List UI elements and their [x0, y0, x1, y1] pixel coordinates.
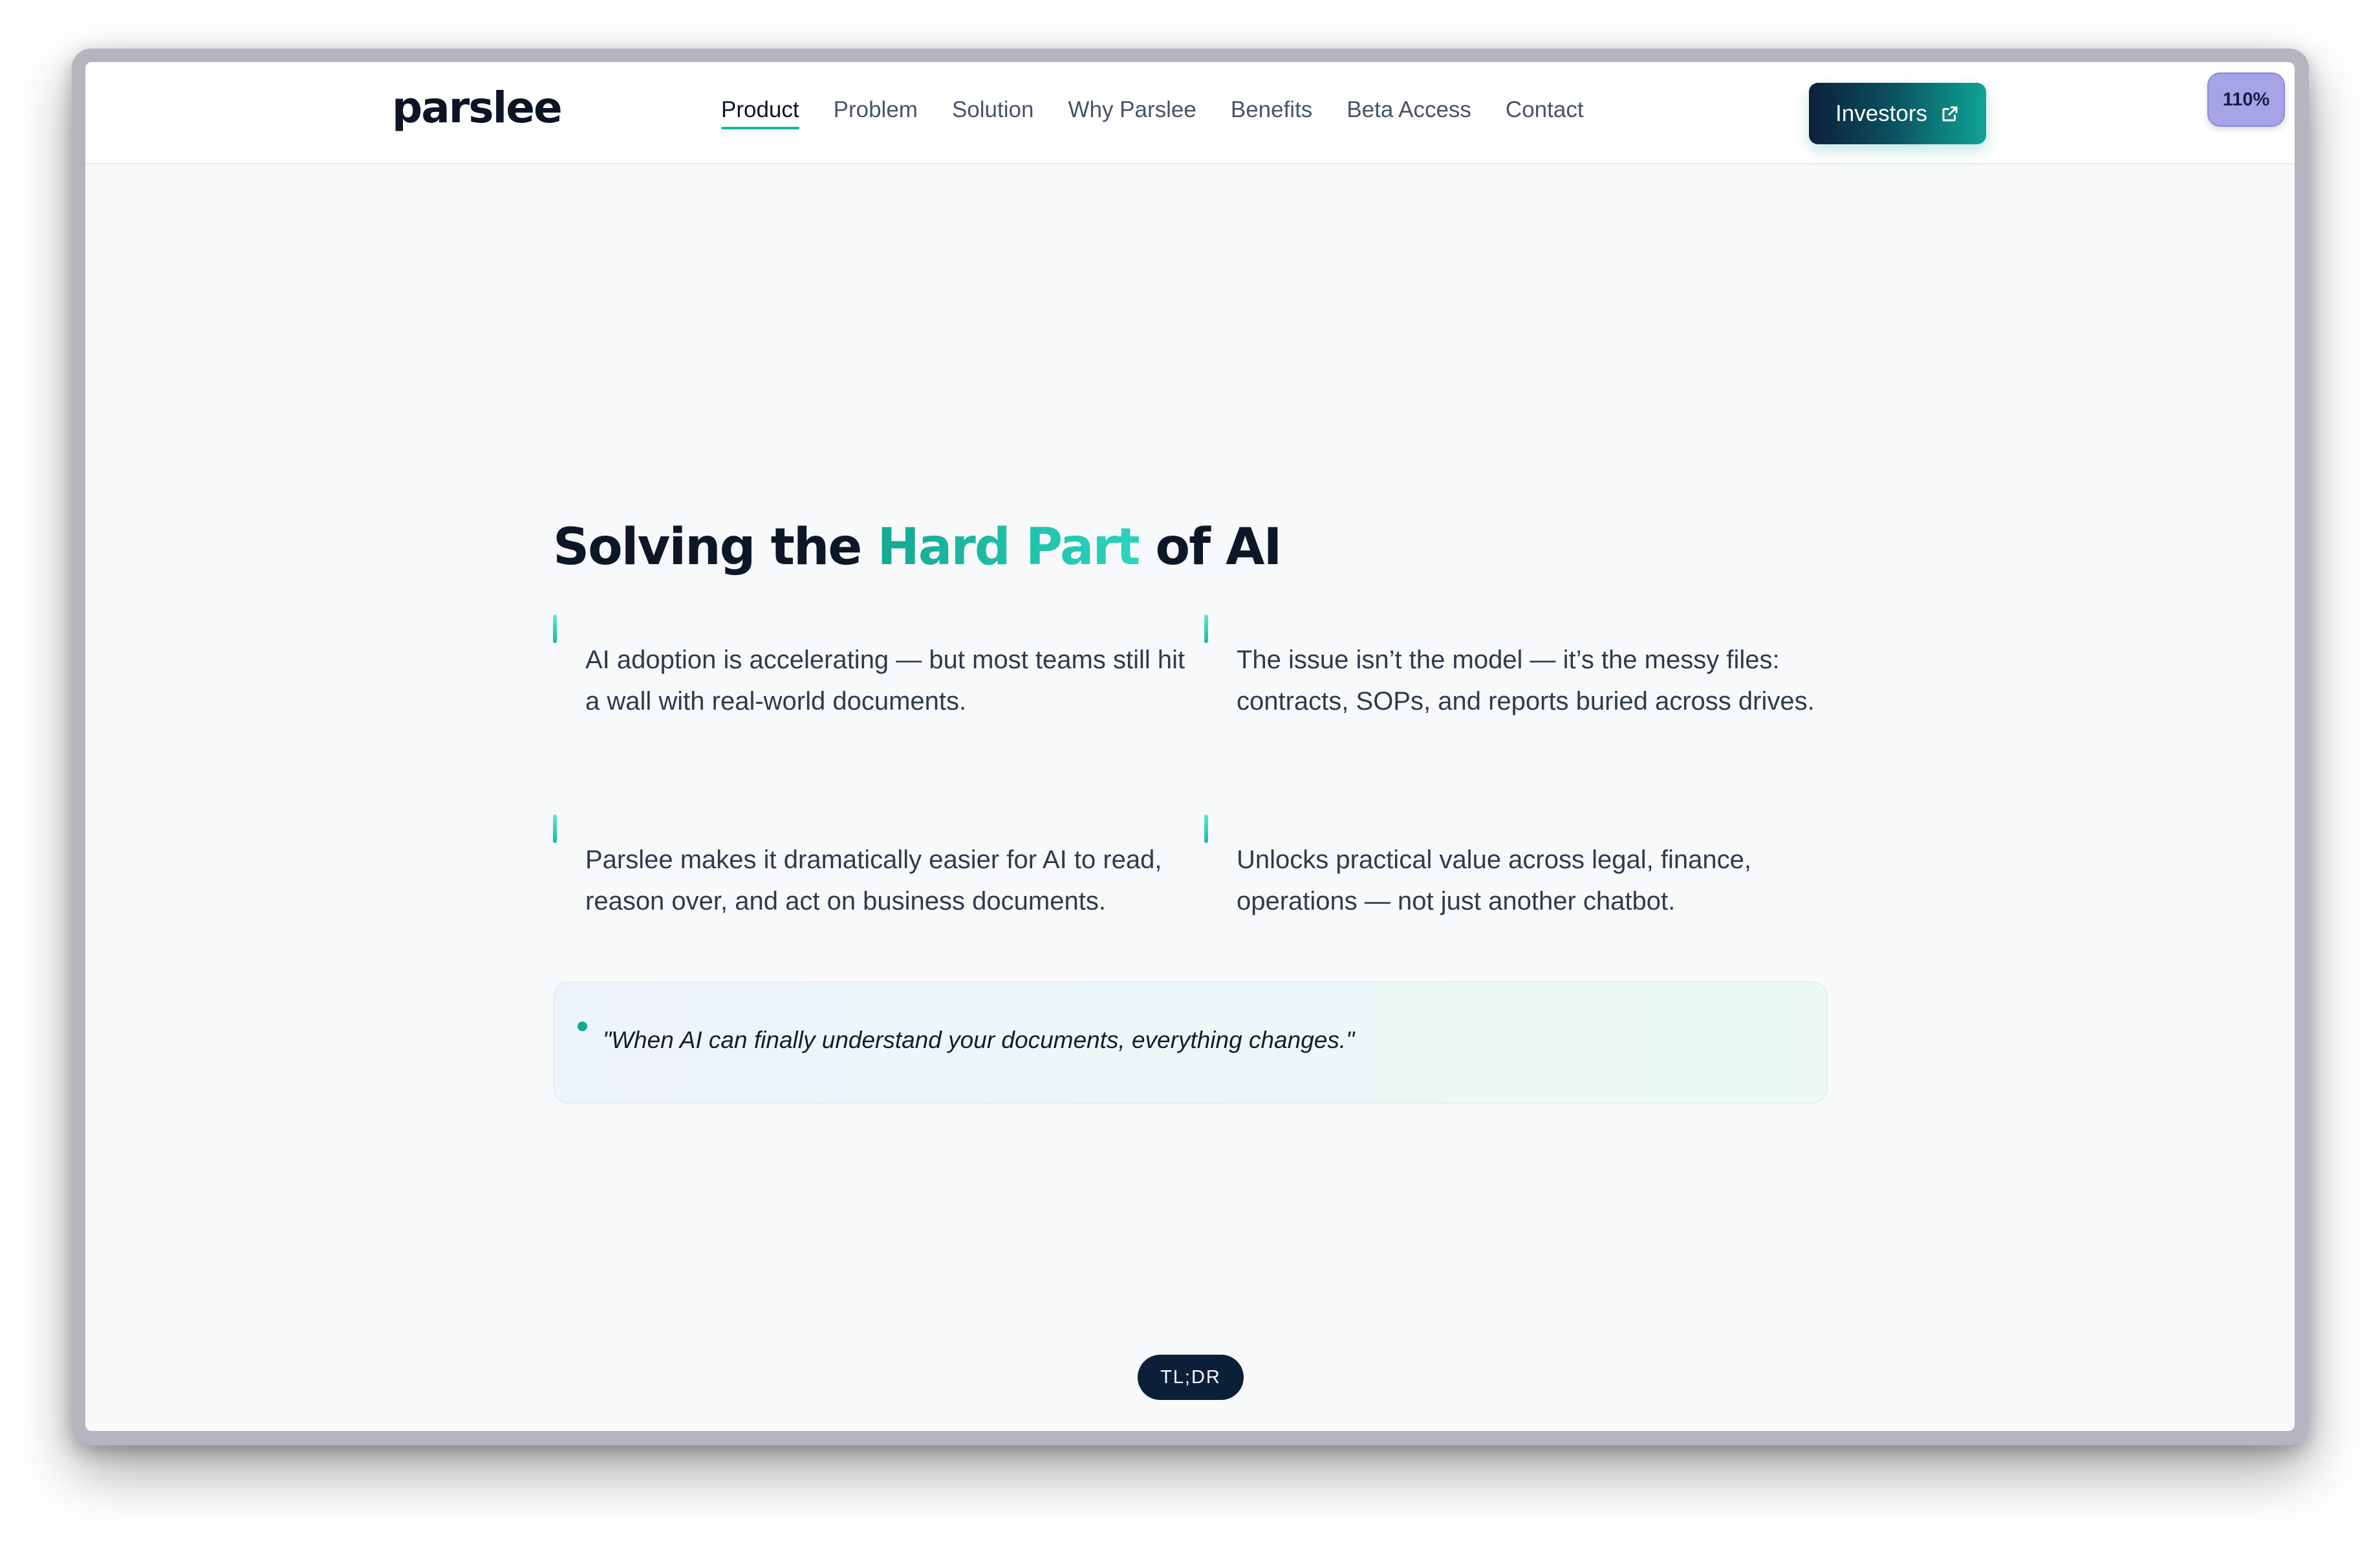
point-text: AI adoption is accelerating — but most t…: [585, 646, 1185, 716]
quote-text: "When AI can finally understand your doc…: [603, 1027, 1355, 1053]
heading-text-end: of AI: [1139, 518, 1282, 576]
main-nav: Product Problem Solution Why Parslee Ben…: [721, 97, 1618, 129]
bullet-dot-icon: [578, 1022, 587, 1031]
nav-item-contact[interactable]: Contact: [1506, 97, 1584, 129]
investors-button-label: Investors: [1835, 100, 1927, 126]
accent-bar-icon: [1204, 615, 1208, 643]
heading-accent-text: Hard Part: [877, 518, 1140, 576]
point-text: The issue isn’t the model — it’s the mes…: [1237, 646, 1815, 716]
parslee-logo[interactable]: parslee: [392, 87, 563, 129]
accent-bar-icon: [1204, 814, 1208, 843]
investors-button[interactable]: Investors: [1809, 83, 1986, 144]
nav-item-product[interactable]: Product: [721, 97, 799, 129]
quote-callout: "When AI can finally understand your doc…: [553, 981, 1828, 1104]
section-heading: Solving the Hard Part of AI: [553, 518, 1282, 576]
tldr-button[interactable]: TL;DR: [1138, 1355, 1244, 1400]
zoom-level-badge[interactable]: 110%: [2207, 72, 2285, 127]
accent-bar-icon: [553, 615, 557, 643]
point-messy-files: The issue isn’t the model — it’s the mes…: [1204, 615, 1857, 722]
nav-item-benefits[interactable]: Benefits: [1231, 97, 1312, 129]
point-text: Unlocks practical value across legal, fi…: [1237, 846, 1751, 915]
point-adoption: AI adoption is accelerating — but most t…: [553, 615, 1206, 722]
point-parslee-easier: Parslee makes it dramatically easier for…: [553, 814, 1219, 922]
heading-text-start: Solving the: [553, 518, 878, 576]
top-navbar: parslee Product Problem Solution Why Par…: [85, 62, 2295, 164]
external-link-icon: [1942, 106, 1958, 121]
point-text: Parslee makes it dramatically easier for…: [585, 846, 1162, 915]
accent-bar-icon: [553, 814, 557, 843]
point-practical-value: Unlocks practical value across legal, fi…: [1204, 814, 1857, 922]
nav-item-why-parslee[interactable]: Why Parslee: [1068, 97, 1196, 129]
page-viewport: parslee Product Problem Solution Why Par…: [85, 62, 2295, 1431]
nav-item-problem[interactable]: Problem: [834, 97, 918, 129]
nav-item-beta-access[interactable]: Beta Access: [1347, 97, 1471, 129]
nav-item-solution[interactable]: Solution: [952, 97, 1033, 129]
